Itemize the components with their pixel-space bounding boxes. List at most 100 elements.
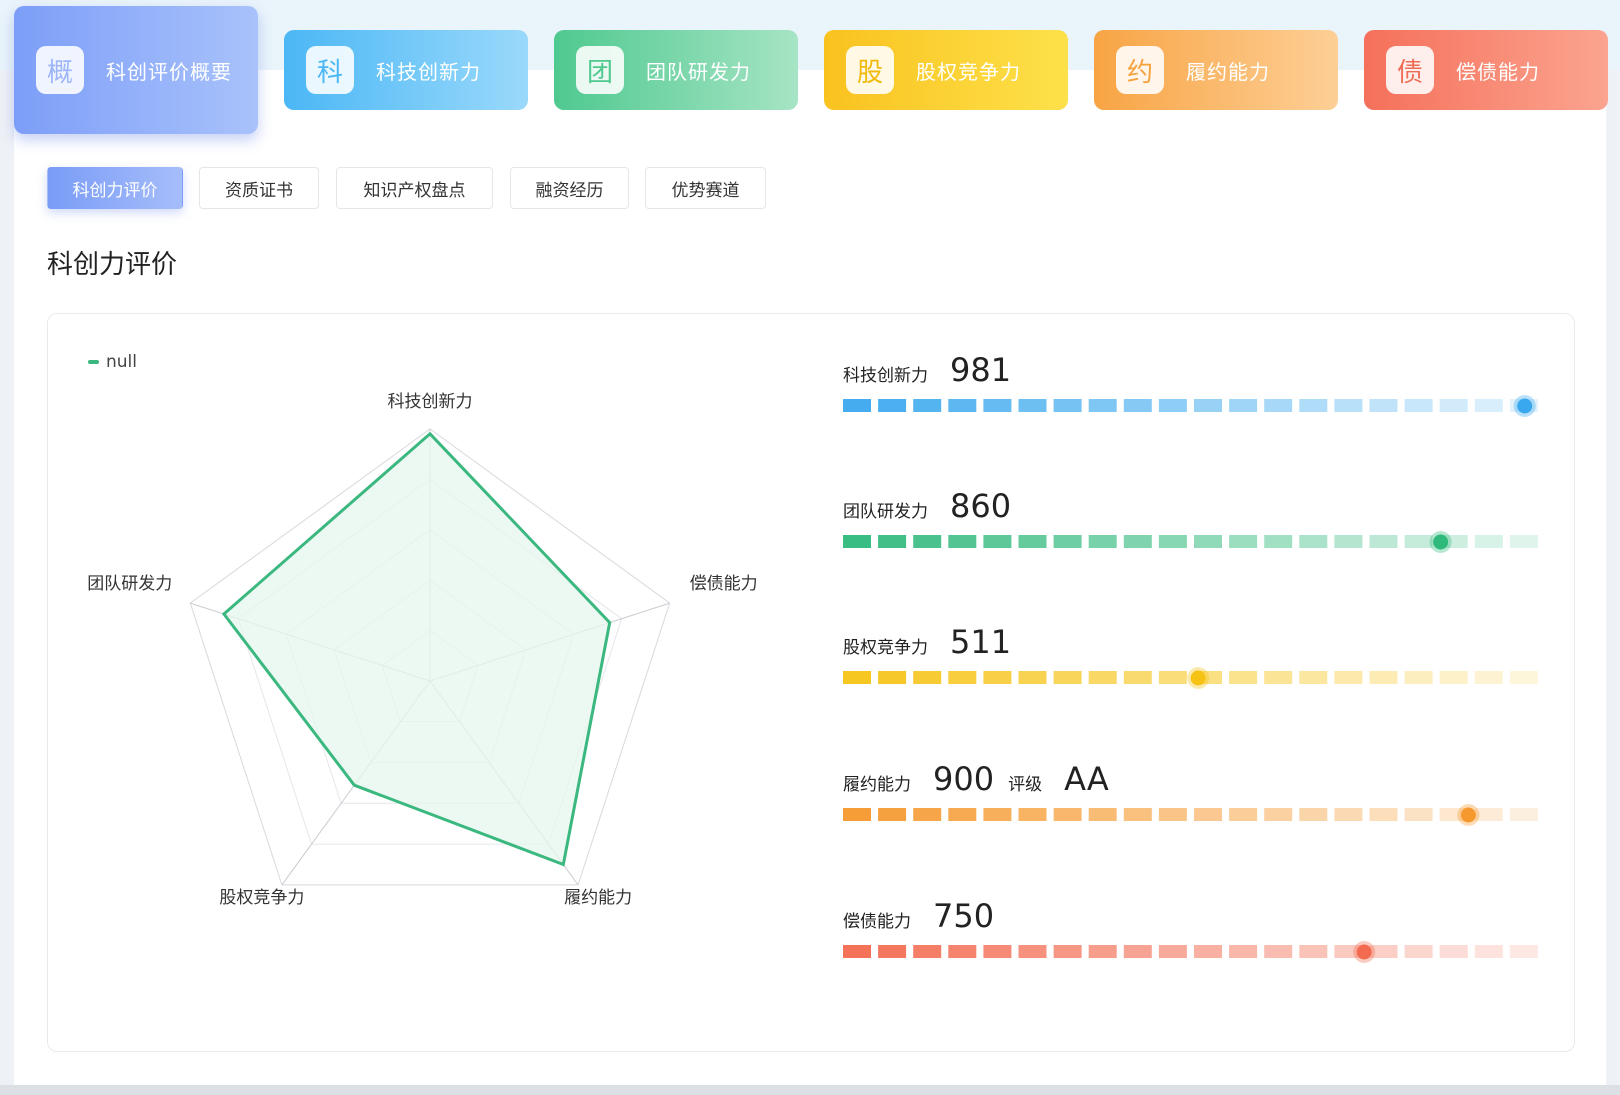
score-bar-segment [1053,671,1082,684]
score-bar-segment [1088,671,1117,684]
score-bar-segment [1334,808,1363,821]
score-bar [843,531,1538,553]
score-bar-segment [1088,945,1117,958]
score-bar-segment [1053,945,1082,958]
score-bar-segment [913,535,942,548]
score-label: 履约能力 [843,775,911,795]
score-bar-segment [1299,535,1328,548]
radar-indicator-label: 股权竞争力 [219,888,304,908]
score-bar-segment [1439,945,1468,958]
score-bar-segment [913,945,942,958]
subtab-advantage-tracks[interactable]: 优势赛道 [645,167,766,209]
score-bar-segment [948,399,977,412]
score-marker[interactable] [1356,944,1372,960]
score-header: 履约能力 900 评级 AA [843,760,1109,798]
score-bar [843,395,1538,417]
score-row-tech-innovation: 科技创新力 981 [843,351,1543,441]
score-value: 750 [933,897,995,935]
score-label: 股权竞争力 [843,638,928,658]
tab-debt-repayment[interactable]: 债偿债能力 [1364,30,1608,110]
score-bar-segment [1264,399,1293,412]
score-bar-segment [1404,671,1433,684]
score-bar-segment [1369,535,1398,548]
legend-swatch [88,360,99,364]
score-bar-segment [1404,399,1433,412]
subtab-ip-inventory[interactable]: 知识产权盘点 [336,167,493,209]
score-bar-segment [1264,808,1293,821]
contract-performance-icon: 约 [1116,46,1164,94]
score-row-equity: 股权竞争力 511 [843,623,1543,713]
score-bar-segment [1194,535,1222,548]
tab-label: 偿债能力 [1456,59,1540,84]
tab-innovation-overview[interactable]: 概科创评价概要 [14,6,258,134]
score-bar-segment [948,535,977,548]
footer-strip [0,1085,1620,1095]
score-bar-segment [1439,399,1468,412]
score-bar-segment [983,945,1012,958]
score-bar-segment [983,535,1012,548]
score-bar-segment [913,671,942,684]
section-title: 科创力评价 [47,250,178,280]
score-bar-segment [913,808,942,821]
score-header: 科技创新力 981 [843,351,1011,389]
score-bar-segment [1369,808,1398,821]
score-bar-segment [1018,399,1047,412]
score-bar-segment [1158,808,1187,821]
score-bar-segment [1088,535,1117,548]
score-bar-segment [1369,671,1398,684]
score-marker[interactable] [1433,534,1449,550]
score-bar-segment [1194,399,1222,412]
subtab-innovation-evaluation[interactable]: 科创力评价 [47,167,183,209]
score-bar-segment [1474,945,1503,958]
score-marker[interactable] [1460,807,1476,823]
score-bar-segment [1229,945,1258,958]
radar-chart: 科技创新力偿债能力履约能力 股权竞争力 团队研发力 [87,392,758,908]
score-bar-segment [1509,535,1538,548]
score-bar-segment [1158,945,1187,958]
rating-label: 评级 [1008,775,1043,795]
score-bar-segment [948,945,977,958]
score-bar-segment [878,671,907,684]
score-bar-segment [1299,671,1328,684]
score-bar-segment [983,399,1012,412]
score-label: 偿债能力 [843,912,911,932]
score-bar-segment [1229,399,1258,412]
score-header: 股权竞争力 511 [843,623,1011,661]
score-bar-segment [1088,808,1117,821]
tab-tech-innovation[interactable]: 科科技创新力 [284,30,528,110]
score-marker[interactable] [1517,398,1533,414]
score-bar-segment [1123,808,1152,821]
score-bar-segment [1509,945,1538,958]
radar-series-polygon[interactable] [221,431,612,867]
rating-value: AA [1064,760,1109,798]
score-bar [843,804,1538,826]
subtab-certificates[interactable]: 资质证书 [199,167,319,209]
subtab-financing-history[interactable]: 融资经历 [510,167,629,209]
tab-contract-performance[interactable]: 约履约能力 [1094,30,1338,110]
score-bar-segment [1334,399,1363,412]
tab-label: 股权竞争力 [916,59,1021,84]
score-bar-segment [1509,671,1538,684]
radar-indicator-label: 偿债能力 [690,574,758,594]
tab-label: 履约能力 [1186,59,1270,84]
score-bar-segment [1158,535,1187,548]
chart-legend[interactable]: null [88,352,137,372]
score-bar-segment [1229,671,1258,684]
score-bar-segment [1018,945,1047,958]
score-bar [843,941,1538,963]
score-bar-segment [878,945,907,958]
debt-repayment-icon: 债 [1386,46,1434,94]
score-row-debt: 偿债能力 750 [843,897,1543,987]
score-value: 860 [950,487,1012,525]
score-bar-segment [843,671,871,684]
tech-innovation-icon: 科 [306,46,354,94]
score-row-contract: 履约能力 900 评级 AA [843,760,1543,850]
score-marker[interactable] [1190,670,1206,686]
radar-indicator-label: 团队研发力 [87,574,172,594]
tab-team-rd[interactable]: 团团队研发力 [554,30,798,110]
score-bar-segment [948,808,977,821]
score-bar-segment [1018,671,1047,684]
score-bar-segment [1053,399,1082,412]
score-bar-segment [1369,399,1398,412]
tab-equity-competitiveness[interactable]: 股股权竞争力 [824,30,1068,110]
